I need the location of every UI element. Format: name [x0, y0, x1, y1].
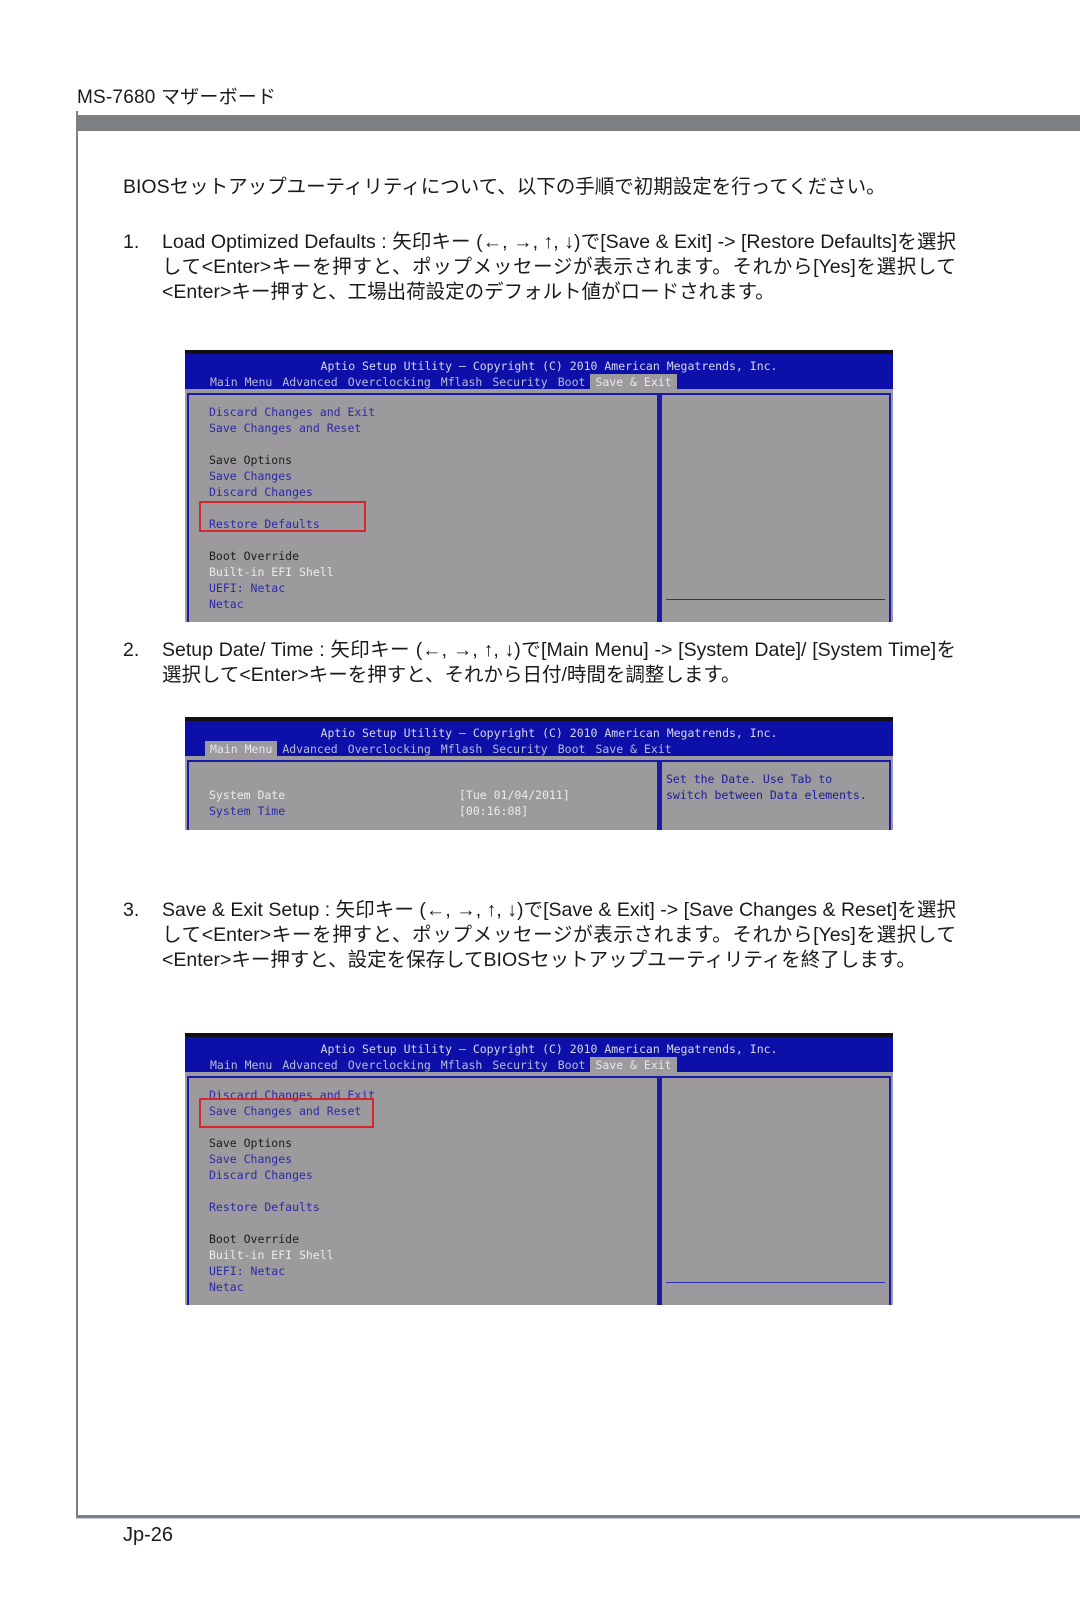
system-date-value[interactable]: [Tue 01/04/2011] [459, 787, 570, 803]
menu-item-discard-changes[interactable]: Discard Changes [209, 1167, 313, 1183]
tab-save-exit[interactable]: Save & Exit [590, 741, 676, 757]
system-time-label[interactable]: System Time [209, 803, 285, 819]
bios-screenshot-main-menu: Aptio Setup Utility – Copyright (C) 2010… [185, 717, 893, 830]
step-text: Save & Exit Setup : 矢印キー (←, →, ↑, ↓)で[S… [162, 899, 956, 971]
bios-title: Aptio Setup Utility – Copyright (C) 2010… [320, 1042, 778, 1056]
section-save-options: Save Options [209, 453, 293, 467]
system-date-label[interactable]: System Date [209, 787, 285, 803]
tab-advanced[interactable]: Advanced [277, 741, 342, 757]
tab-boot[interactable]: Boot [553, 374, 591, 390]
intro-paragraph: BIOSセットアップユーティリティについて、以下の手順で初期設定を行ってください… [123, 176, 886, 198]
tab-overclocking[interactable]: Overclocking [343, 374, 436, 390]
bios-title: Aptio Setup Utility – Copyright (C) 2010… [320, 726, 778, 740]
bottom-border-rule [76, 1515, 1080, 1519]
help-text: Set the Date. Use Tab to switch between … [666, 772, 867, 802]
step-text: Setup Date/ Time : 矢印キー (←, →, ↑, ↓)で[Ma… [162, 639, 956, 686]
tab-security[interactable]: Security [487, 741, 552, 757]
tab-mflash[interactable]: Mflash [436, 374, 488, 390]
step-number: 2. [123, 639, 140, 661]
tab-advanced[interactable]: Advanced [277, 374, 342, 390]
menu-item-efi-shell[interactable]: Built-in EFI Shell [209, 564, 334, 580]
highlight-box-save-reset [199, 1098, 374, 1128]
menu-item-discard-changes[interactable]: Discard Changes [209, 484, 313, 500]
tab-mflash[interactable]: Mflash [436, 741, 488, 757]
menu-item-netac[interactable]: Netac [209, 1279, 244, 1295]
bios-tab-bar: Main Menu Advanced Overclocking Mflash S… [205, 741, 677, 757]
menu-item-save-changes[interactable]: Save Changes [209, 1151, 292, 1167]
menu-item-save-reset[interactable]: Save Changes and Reset [209, 420, 361, 436]
section-save-options: Save Options [209, 1136, 293, 1150]
tab-security[interactable]: Security [487, 374, 552, 390]
step-number: 1. [123, 231, 140, 253]
header-rule-bar [77, 115, 1080, 131]
page-number: Jp-26 [123, 1524, 174, 1546]
bios-options-panel: Discard Changes and Exit Save Changes an… [187, 1076, 659, 1305]
bios-title: Aptio Setup Utility – Copyright (C) 2010… [320, 359, 778, 373]
bios-screenshot-restore-defaults: Aptio Setup Utility – Copyright (C) 2010… [185, 350, 893, 622]
tab-overclocking[interactable]: Overclocking [343, 1057, 436, 1073]
step-2: 2. Setup Date/ Time : 矢印キー (←, →, ↑, ↓)で… [123, 638, 956, 688]
bios-header: Aptio Setup Utility – Copyright (C) 2010… [185, 354, 893, 390]
menu-item-save-changes[interactable]: Save Changes [209, 468, 292, 484]
tab-mflash[interactable]: Mflash [436, 1057, 488, 1073]
step-number: 3. [123, 899, 140, 921]
section-boot-override: Boot Override [209, 549, 300, 563]
menu-item-discard-exit[interactable]: Discard Changes and Exit [209, 404, 375, 420]
tab-advanced[interactable]: Advanced [277, 1057, 342, 1073]
tab-main-menu[interactable]: Main Menu [205, 374, 277, 390]
bios-header: Aptio Setup Utility – Copyright (C) 2010… [185, 1037, 893, 1073]
tab-boot[interactable]: Boot [553, 1057, 591, 1073]
menu-item-uefi-netac[interactable]: UEFI: Netac [209, 1263, 285, 1279]
tab-main-menu[interactable]: Main Menu [205, 1057, 277, 1073]
bios-help-panel [659, 393, 891, 622]
bios-options-panel: System Date [Tue 01/04/2011] System Time… [187, 760, 659, 830]
tab-security[interactable]: Security [487, 1057, 552, 1073]
left-border-rule [76, 111, 78, 1518]
tab-boot[interactable]: Boot [553, 741, 591, 757]
tab-overclocking[interactable]: Overclocking [343, 741, 436, 757]
bios-help-panel: Set the Date. Use Tab to switch between … [659, 760, 891, 830]
step-text: Load Optimized Defaults : 矢印キー (←, →, ↑,… [162, 231, 956, 303]
system-time-value[interactable]: [00:16:08] [459, 803, 528, 819]
bios-header: Aptio Setup Utility – Copyright (C) 2010… [185, 721, 893, 757]
menu-item-efi-shell[interactable]: Built-in EFI Shell [209, 1247, 334, 1263]
tab-main-menu[interactable]: Main Menu [205, 741, 278, 757]
bios-options-panel: Discard Changes and Exit Save Changes an… [187, 393, 659, 622]
tab-save-exit[interactable]: Save & Exit [590, 374, 677, 390]
bios-help-panel [659, 1076, 891, 1305]
section-boot-override: Boot Override [209, 1232, 300, 1246]
tab-save-exit[interactable]: Save & Exit [590, 1057, 677, 1073]
menu-item-restore-defaults[interactable]: Restore Defaults [209, 1199, 320, 1215]
bios-screenshot-save-reset: Aptio Setup Utility – Copyright (C) 2010… [185, 1033, 893, 1305]
document-header-title: MS-7680 マザーボード [77, 87, 277, 108]
highlight-box-restore-defaults [199, 501, 366, 532]
step-3: 3. Save & Exit Setup : 矢印キー (←, →, ↑, ↓)… [123, 898, 956, 973]
bios-tab-bar: Main Menu Advanced Overclocking Mflash S… [205, 374, 677, 390]
bios-tab-bar: Main Menu Advanced Overclocking Mflash S… [205, 1057, 677, 1073]
menu-item-uefi-netac[interactable]: UEFI: Netac [209, 580, 285, 596]
step-1: 1. Load Optimized Defaults : 矢印キー (←, →,… [123, 230, 956, 305]
menu-item-netac[interactable]: Netac [209, 596, 244, 612]
